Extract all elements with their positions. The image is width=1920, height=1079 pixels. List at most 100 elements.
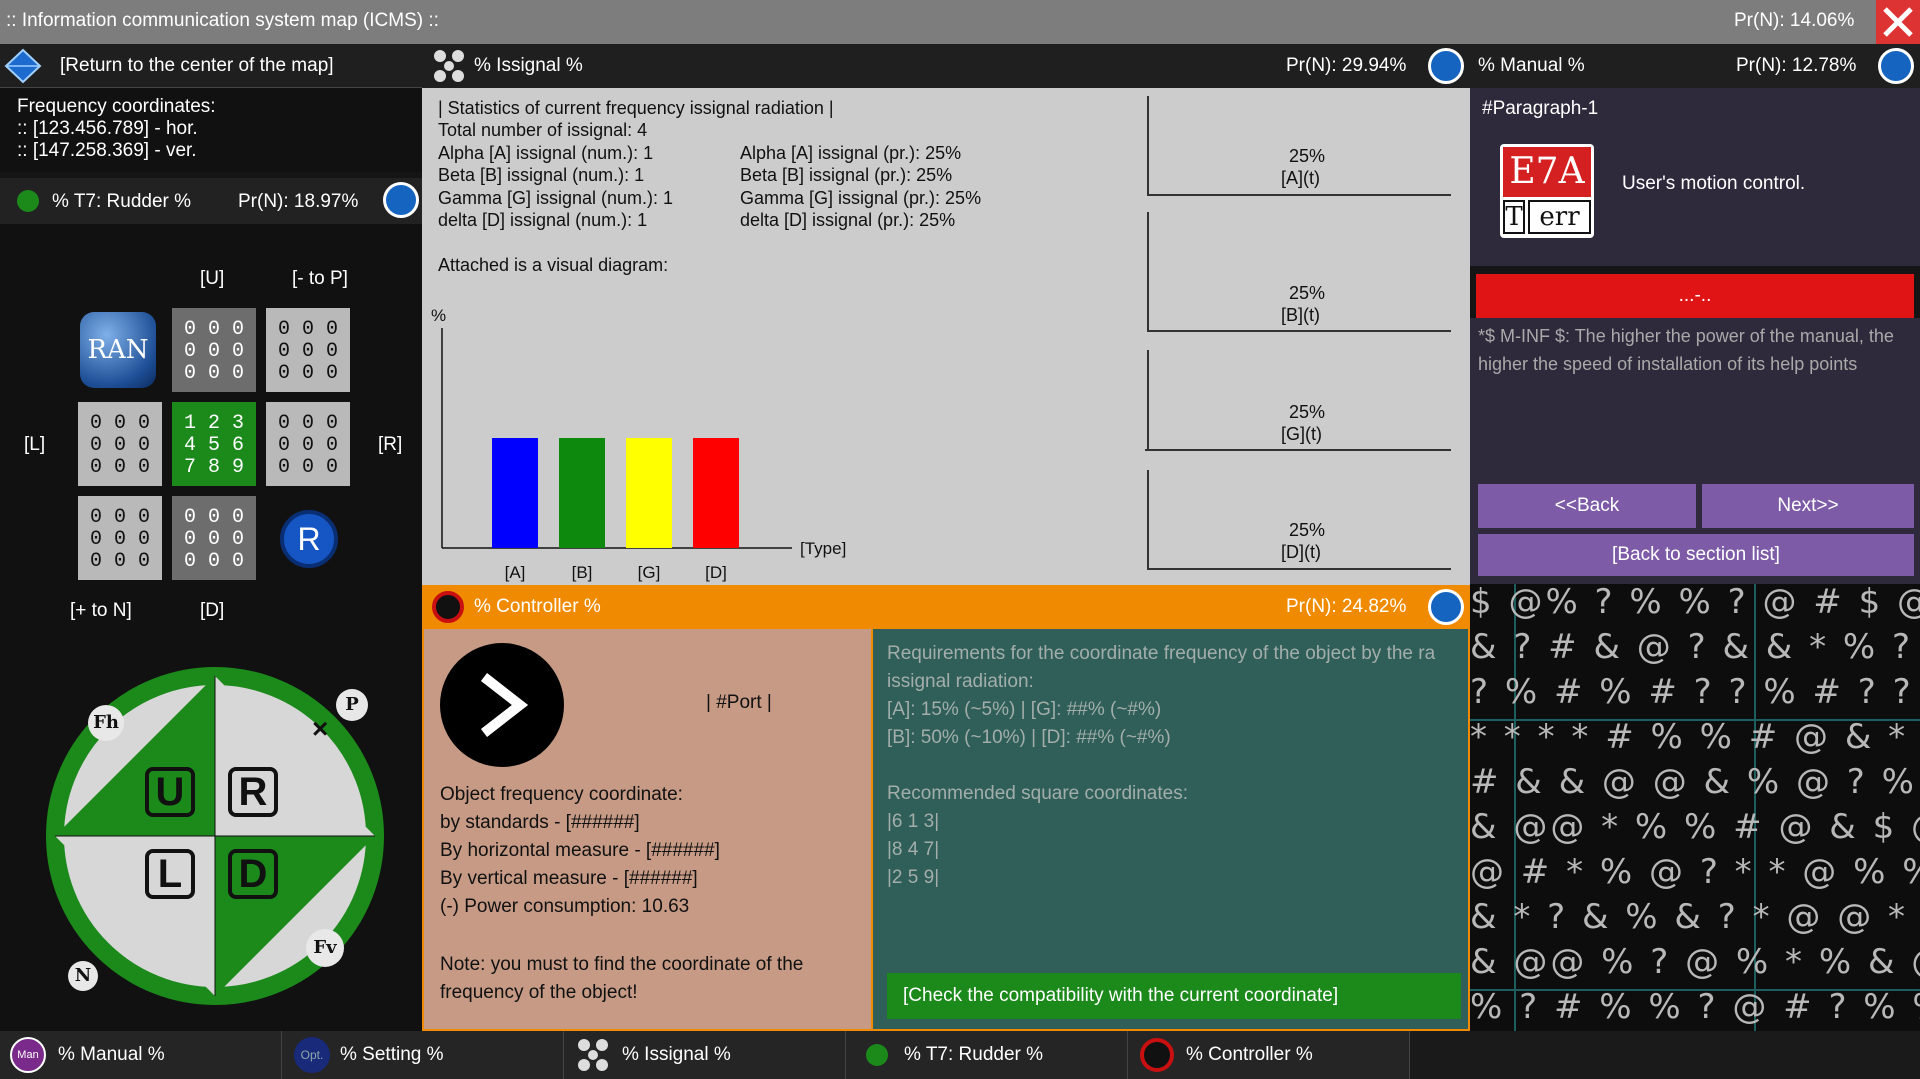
play-button[interactable] (440, 643, 564, 767)
issignal-bar-chart: % [Type] [A] [B] [G] [D] (431, 306, 846, 582)
tab-label: % Controller % (1186, 1044, 1313, 1065)
stat-pr-a: Alpha [A] issignal (pr.): 25% (740, 143, 962, 163)
back-button[interactable]: <<Back (1478, 484, 1696, 528)
stat-pr-d: delta [D] issignal (pr.): 25% (740, 210, 956, 230)
grid-cell-current[interactable]: 1 2 3 4 5 6 7 8 9 (172, 402, 256, 486)
tab-manual[interactable]: Man % Manual % (0, 1031, 282, 1079)
label-r: [R] (378, 434, 403, 455)
move-left-button[interactable]: L (145, 849, 195, 899)
symbol-row: & @@ * % % # @ & $ @ * (1470, 807, 1920, 847)
mini-pct-g: 25% (1289, 402, 1326, 422)
move-down-button[interactable]: D (228, 849, 278, 899)
check-compatibility-button[interactable]: [Check the compatibility with the curren… (887, 973, 1461, 1019)
random-dice-button[interactable]: RAN (80, 312, 156, 388)
move-up-button[interactable]: U (145, 767, 195, 817)
red-status-bar: ...-.. (1476, 274, 1914, 318)
logo-err: err (1528, 200, 1591, 234)
close-button[interactable] (1876, 0, 1920, 44)
req-line: Requirements for the coordinate frequenc… (887, 643, 1436, 664)
rudder-icon (17, 190, 39, 212)
req-line: [B]: 50% (~10%) | [D]: ##% (~#%) (887, 727, 1171, 748)
issignal-panel: | Statistics of current frequency issign… (422, 88, 1470, 585)
close-icon (1883, 7, 1913, 37)
grid-cell[interactable]: 0 0 0 0 0 0 0 0 0 (78, 496, 162, 580)
rudder-toggle[interactable] (383, 182, 419, 218)
req-line: [A]: 15% (~5%) | [G]: ##% (~#%) (887, 699, 1162, 720)
manual-text: *$ M-INF $: The higher the power of the … (1478, 326, 1894, 374)
rudder-pr: Pr(N): 18.97% (238, 191, 359, 212)
stats-total: Total number of issignal: 4 (438, 120, 648, 140)
fh-button[interactable]: Fh (88, 705, 124, 741)
grid-cell[interactable]: 0 0 0 0 0 0 0 0 0 (172, 308, 256, 392)
controller-title: % Controller % (474, 596, 601, 617)
obj-line: (-) Power consumption: 10.63 (440, 896, 690, 917)
x-tick-label: [G] (638, 563, 661, 582)
tab-issignal[interactable]: % Issignal % (564, 1031, 846, 1079)
back-to-section-button[interactable]: [Back to section list] (1478, 534, 1914, 576)
rec-line: |2 5 9| (887, 867, 940, 888)
tab-rudder[interactable]: % T7: Rudder % (846, 1031, 1128, 1079)
tab-label: % Setting % (340, 1044, 444, 1065)
symbol-row: # & & @ @ & % @ ? % % @ (1470, 762, 1917, 802)
symbol-row: & @@ % ? @ % * % & @ (1470, 942, 1920, 982)
grid-cell[interactable]: 0 0 0 0 0 0 0 0 0 (78, 402, 162, 486)
freq-title: Frequency coordinates: (17, 96, 216, 117)
rudder-header: % T7: Rudder % Pr(N): 18.97% (0, 178, 422, 224)
symbol-row: % ? # % % ? @ # ? % % (1470, 987, 1920, 1027)
manual-tab-icon: Man (10, 1037, 46, 1073)
n-button[interactable]: N (68, 961, 98, 991)
grid-cell[interactable]: 0 0 0 0 0 0 0 0 0 (266, 308, 350, 392)
mini-label-d: [D](t) (1281, 542, 1321, 562)
rec-line: |8 4 7| (887, 839, 940, 860)
tab-controller[interactable]: % Controller % (1128, 1031, 1410, 1079)
freq-hor: :: [123.456.789] - hor. (17, 118, 198, 139)
next-button[interactable]: Next>> (1702, 484, 1914, 528)
issignal-header: % Issignal % Pr(N): 29.94% (422, 44, 1470, 88)
obj-line: by standards - [######] (440, 812, 640, 833)
obj-line: Object frequency coordinate: (440, 784, 683, 805)
alpha-beta-icon (578, 1039, 608, 1071)
mini-pct-a: 25% (1289, 146, 1326, 166)
symbol-row: ? % # % # ? ? % # ? ? % (1470, 672, 1920, 712)
compass-panel: U R L D Fh P × Fv N (0, 639, 422, 1031)
grid-cell[interactable]: 0 0 0 0 0 0 0 0 0 (172, 496, 256, 580)
play-icon (480, 673, 529, 737)
rec-title: Recommended square coordinates: (887, 783, 1189, 804)
label-to-n: [+ to N] (70, 600, 132, 621)
symbol-row: * * * * # % % # @ & * & (1470, 717, 1920, 757)
symbol-grid: $ @% ? % % ? @ # $ @@ & ? # & @ ? & & * %… (1470, 584, 1920, 1031)
bar-0 (492, 438, 538, 548)
return-center-label: [Return to the center of the map] (60, 55, 334, 76)
stat-num-a: Alpha [A] issignal (num.): 1 (438, 143, 654, 163)
req-line: issignal radiation: (887, 671, 1034, 692)
title-pr: Pr(N): 14.06% (1734, 10, 1855, 31)
manual-toggle[interactable] (1878, 48, 1914, 84)
controller-icon (432, 591, 464, 623)
mini-pct-d: 25% (1289, 520, 1326, 540)
logo-t: T (1503, 200, 1525, 234)
move-right-button[interactable]: R (228, 767, 278, 817)
stat-num-b: Beta [B] issignal (num.): 1 (438, 165, 645, 185)
mini-label-b: [B](t) (1281, 305, 1320, 325)
x-mark-icon: × (312, 713, 329, 744)
issignal-toggle[interactable] (1428, 48, 1464, 84)
return-center-button[interactable]: [Return to the center of the map] (0, 44, 422, 88)
tab-label: % T7: Rudder % (904, 1044, 1044, 1065)
label-u: [U] (200, 268, 225, 289)
alpha-beta-icon (434, 50, 464, 82)
obj-line: By vertical measure - [######] (440, 868, 698, 889)
label-l: [L] (24, 434, 46, 455)
fv-button[interactable]: Fv (306, 929, 344, 967)
manual-pr: Pr(N): 12.78% (1736, 55, 1857, 76)
tab-setting[interactable]: Opt. % Setting % (282, 1031, 564, 1079)
controller-pr: Pr(N): 24.82% (1286, 596, 1407, 617)
p-button[interactable]: P (336, 689, 368, 721)
controller-toggle[interactable] (1428, 589, 1464, 625)
tab-label: % Manual % (58, 1044, 165, 1065)
grid-cell[interactable]: 0 0 0 0 0 0 0 0 0 (266, 402, 350, 486)
register-button[interactable]: R (280, 510, 338, 568)
attached-label: Attached is a visual diagram: (438, 255, 669, 275)
obj-line: By horizontal measure - [######] (440, 840, 720, 861)
tab-label: % Issignal % (622, 1044, 731, 1065)
rudder-title: % T7: Rudder % (52, 191, 192, 212)
